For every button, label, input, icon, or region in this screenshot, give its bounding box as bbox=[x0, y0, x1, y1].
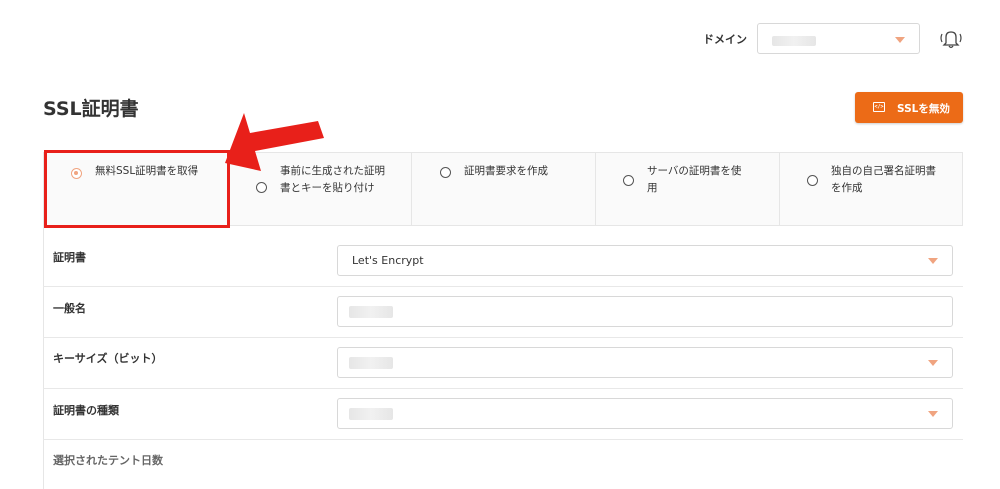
key-size-value-redacted bbox=[349, 357, 393, 369]
option-self-signed[interactable]: 独自の自己署名証明書を作成 bbox=[780, 153, 962, 225]
certificate-value: Let's Encrypt bbox=[352, 254, 424, 267]
chevron-down-icon bbox=[928, 360, 938, 366]
option-create-csr[interactable]: 証明書要求を作成 bbox=[412, 153, 596, 225]
divider bbox=[43, 439, 963, 440]
chevron-down-icon bbox=[895, 37, 905, 43]
common-name-value-redacted bbox=[349, 306, 393, 318]
disable-ssl-label: SSLを無効 bbox=[897, 103, 950, 115]
option-label: 証明書要求を作成 bbox=[464, 165, 548, 177]
bell-icon[interactable] bbox=[938, 26, 964, 52]
key-size-select[interactable] bbox=[337, 347, 953, 378]
divider bbox=[43, 286, 963, 287]
cert-type-value-redacted bbox=[349, 408, 393, 420]
radio[interactable] bbox=[807, 175, 818, 186]
radio[interactable] bbox=[440, 167, 451, 178]
partial-field-label: 選択されたテント日数 bbox=[53, 454, 163, 467]
radio[interactable] bbox=[256, 182, 267, 193]
option-server-cert[interactable]: サーバの証明書を使用 bbox=[596, 153, 780, 225]
divider bbox=[43, 337, 963, 338]
common-name-label: 一般名 bbox=[53, 302, 86, 315]
domain-select[interactable] bbox=[757, 23, 920, 54]
page-title: SSL証明書 bbox=[43, 98, 139, 120]
certificate-select[interactable]: Let's Encrypt bbox=[337, 245, 953, 276]
chevron-down-icon bbox=[928, 258, 938, 264]
annotation-arrow-icon bbox=[225, 113, 324, 171]
option-label: 独自の自己署名証明書を作成 bbox=[831, 165, 936, 194]
cert-type-label: 証明書の種類 bbox=[53, 404, 119, 417]
domain-value-redacted bbox=[772, 36, 816, 46]
form-border bbox=[43, 226, 44, 489]
divider bbox=[43, 388, 963, 389]
chevron-down-icon bbox=[928, 411, 938, 417]
disable-ssl-button[interactable]: </> SSLを無効 bbox=[855, 92, 963, 123]
cert-type-select[interactable] bbox=[337, 398, 953, 429]
code-icon: </> bbox=[873, 102, 885, 112]
common-name-field[interactable] bbox=[337, 296, 953, 327]
option-label: サーバの証明書を使用 bbox=[647, 165, 742, 194]
domain-label: ドメイン bbox=[703, 33, 747, 46]
certificate-label: 証明書 bbox=[53, 251, 86, 264]
key-size-label: キーサイズ（ビット） bbox=[53, 352, 163, 365]
radio[interactable] bbox=[623, 175, 634, 186]
